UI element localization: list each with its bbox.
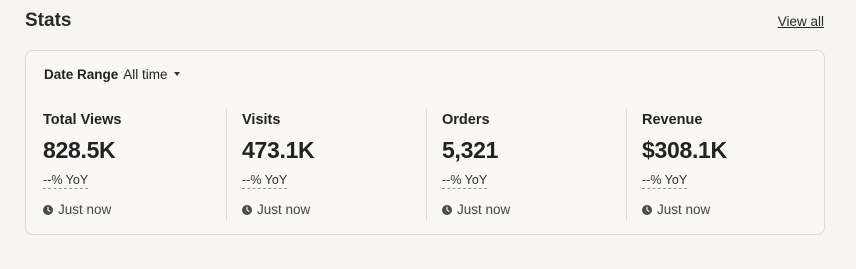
date-range-dropdown[interactable]: Date Range All time [44,66,180,82]
metric-updated: Just now [43,202,111,217]
metric-updated-text: Just now [457,202,511,217]
metric-label: Revenue [642,112,703,128]
clock-icon [642,204,652,215]
metric-yoy[interactable]: --% YoY [442,173,488,189]
date-range-value: All time [123,66,168,82]
metric-label: Visits [242,112,281,128]
metric-updated: Just now [442,202,510,217]
metric-visits: Visits 473.1K --% YoY Just now [226,109,426,221]
metric-yoy[interactable]: --% YoY [242,173,288,189]
metrics-row: Total Views 828.5K --% YoY Just now Visi… [26,109,826,221]
metric-value: $308.1K [642,137,727,163]
metric-updated-text: Just now [257,202,311,217]
metric-updated-text: Just now [58,202,112,217]
metric-total-views: Total Views 828.5K --% YoY Just now [26,109,226,221]
caret-down-icon [173,72,180,76]
clock-icon [43,204,53,215]
date-range-label: Date Range [44,66,119,82]
metric-value: 473.1K [242,137,315,163]
stats-card: Date Range All time Total Views 828.5K -… [25,50,825,235]
metric-value: 828.5K [43,137,116,163]
metric-yoy[interactable]: --% YoY [43,173,89,189]
stats-header: Stats View all [25,8,825,34]
metric-orders: Orders 5,321 --% YoY Just now [426,109,626,221]
page-title: Stats [25,10,72,31]
clock-icon [242,204,252,215]
metric-revenue: Revenue $308.1K --% YoY Just now [626,109,826,221]
metric-updated: Just now [642,202,710,217]
metric-updated-text: Just now [657,202,711,217]
clock-icon [442,204,452,215]
metric-label: Orders [442,112,490,128]
metric-yoy[interactable]: --% YoY [642,173,688,189]
metric-updated: Just now [242,202,310,217]
metric-label: Total Views [43,112,122,128]
view-all-link[interactable]: View all [778,14,825,29]
metric-value: 5,321 [442,137,499,163]
